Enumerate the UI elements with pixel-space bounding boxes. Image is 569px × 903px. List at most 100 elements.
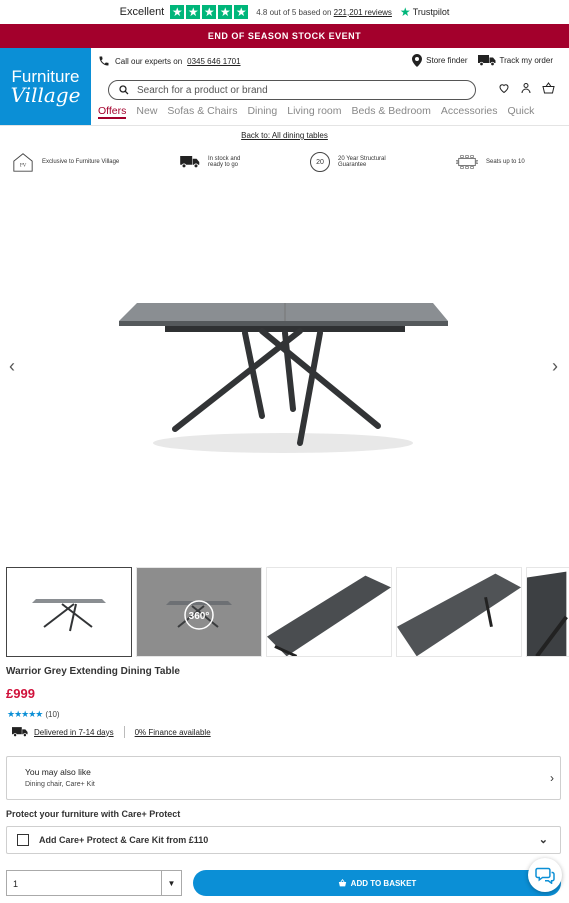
star-icon: ★ [218, 5, 233, 19]
product-price: £999 [6, 686, 35, 701]
finance-link[interactable]: 0% Finance available [135, 728, 211, 737]
purchase-row: 1 ▼ ADD TO BASKET [0, 870, 569, 900]
usp-strip: FV Exclusive to Furniture Village In sto… [0, 143, 569, 181]
trustpilot-stars: ★ ★ ★ ★ ★ [170, 5, 249, 19]
chevron-down-icon[interactable]: ⌄ [539, 833, 548, 846]
product-main-image[interactable]: ‹ › [0, 181, 569, 567]
promo-banner[interactable]: END OF SEASON STOCK EVENT [0, 24, 569, 48]
usp-guarantee-line2: Guarantee [338, 162, 367, 168]
chevron-right-icon: › [550, 771, 554, 785]
divider [123, 726, 125, 738]
phone-number-link[interactable]: 0345 646 1701 [187, 57, 240, 66]
thumbnail-table-top [267, 575, 391, 656]
product-title: Warrior Grey Extending Dining Table [6, 666, 180, 677]
trustpilot-reviews-link[interactable]: 221,201 reviews [334, 8, 392, 17]
nav-item-dining[interactable]: Dining [247, 105, 277, 119]
account-icon[interactable] [520, 82, 532, 94]
trustpilot-excellent: Excellent [119, 6, 165, 18]
trustpilot-brand: Trustpilot [412, 7, 450, 17]
store-finder-link[interactable]: Store finder [412, 54, 468, 67]
header-links: Store finder Track my order [412, 54, 553, 67]
call-experts[interactable]: Call our experts on 0345 646 1701 [98, 55, 241, 67]
thumbnail-table-front [32, 599, 106, 632]
main-nav: Offers New Sofas & Chairs Dining Living … [98, 105, 569, 119]
thumbnail-3[interactable] [266, 567, 392, 657]
thumbnail-360[interactable]: 360° [136, 567, 262, 657]
usp-seats: Seats up to 10 [456, 155, 525, 169]
table-seats-icon [456, 155, 478, 169]
rating-stars-icon: ★★★★★ [7, 709, 43, 719]
delivery-link[interactable]: Delivered in 7-14 days [34, 728, 114, 737]
dining-table-image [119, 303, 448, 453]
thumbnail-5[interactable] [526, 567, 569, 657]
nav-item-quick[interactable]: Quick [508, 105, 535, 119]
heart-icon[interactable] [498, 82, 510, 94]
nav-item-accessories[interactable]: Accessories [441, 105, 498, 119]
header-icons [498, 82, 555, 94]
guarantee-badge-number: 20 [316, 158, 324, 166]
search-input[interactable]: Search for a product or brand [108, 80, 476, 100]
usp-in-stock-text: In stock and ready to go [208, 156, 240, 168]
trustpilot-logo[interactable]: ★ Trustpilot [400, 5, 449, 19]
delivery-info: Delivered in 7-14 days 0% Finance availa… [12, 726, 569, 738]
star-icon: ★ [186, 5, 201, 19]
quantity-select[interactable]: 1 ▼ [6, 870, 182, 896]
usp-guarantee: 20 20 Year Structural Guarantee [310, 152, 456, 172]
chat-icon [535, 867, 555, 884]
call-prefix: Call our experts on [115, 56, 183, 66]
trustpilot-rating-text: 4.8 out of 5 based on [256, 7, 332, 17]
track-order-link[interactable]: Track my order [477, 55, 554, 66]
usp-guarantee-text: 20 Year Structural Guarantee [338, 156, 386, 168]
usp-exclusive: FV Exclusive to Furniture Village [12, 151, 162, 173]
protect-heading: Protect your furniture with Care+ Protec… [6, 809, 181, 819]
thumbnail-4[interactable] [396, 567, 522, 657]
nav-item-sofas-chairs[interactable]: Sofas & Chairs [167, 105, 237, 119]
search-icon [119, 85, 129, 95]
chat-button[interactable] [528, 858, 562, 892]
also-like-title: You may also like [25, 767, 91, 777]
thumbnail-table-top-2 [397, 573, 521, 656]
furniture-village-logo[interactable]: Furniture Village [0, 48, 91, 125]
basket-icon[interactable] [542, 82, 555, 94]
also-like-panel[interactable]: You may also like Dining chair, Care+ Ki… [6, 756, 561, 800]
care-protect-label: Add Care+ Protect & Care Kit from £110 [39, 835, 209, 845]
usp-seats-text: Seats up to 10 [486, 159, 525, 165]
review-count: (10) [45, 710, 60, 719]
usp-in-stock: In stock and ready to go [180, 156, 310, 168]
spin-360-label: 360° [189, 611, 210, 622]
header-utility-row: Call our experts on 0345 646 1701 Store … [98, 54, 569, 68]
trustpilot-star-icon: ★ [399, 5, 411, 19]
thumbnail-1[interactable] [6, 567, 132, 657]
search-placeholder: Search for a product or brand [137, 84, 268, 96]
nav-item-new[interactable]: New [136, 105, 157, 119]
quantity-value: 1 [13, 879, 19, 889]
track-order-label: Track my order [499, 56, 554, 65]
product-rating[interactable]: ★★★★★ (10) [7, 709, 569, 720]
truck-icon [180, 156, 200, 168]
thumbnail-table-360: 360° [166, 600, 232, 630]
usp-in-stock-line2: ready to go [208, 162, 239, 168]
star-icon: ★ [170, 5, 185, 19]
site-header: Furniture Village Call our experts on 03… [0, 48, 569, 126]
star-icon: ★ [202, 5, 217, 19]
dropdown-arrow-icon: ▼ [161, 871, 181, 895]
add-to-basket-label: ADD TO BASKET [350, 878, 417, 888]
add-to-basket-button[interactable]: ADD TO BASKET [193, 870, 561, 896]
guarantee-20-icon: 20 [310, 152, 330, 172]
phone-icon [99, 56, 109, 66]
usp-exclusive-text: Exclusive to Furniture Village [42, 159, 120, 165]
nav-item-living-room[interactable]: Living room [287, 105, 341, 119]
trustpilot-rating: 4.8 out of 5 based on 221,201 reviews [256, 8, 392, 17]
back-link[interactable]: Back to: All dining tables [241, 131, 328, 140]
location-pin-icon [412, 54, 423, 67]
thumbnail-table-detail [527, 571, 568, 656]
care-protect-option[interactable]: Add Care+ Protect & Care Kit from £110 ⌄ [6, 826, 561, 854]
nav-item-offers[interactable]: Offers [98, 105, 127, 119]
logo-line2: Village [10, 83, 81, 107]
thumbnail-strip: 360° [0, 567, 569, 657]
nav-item-beds-bedroom[interactable]: Beds & Bedroom [352, 105, 431, 119]
svg-text:FV: FV [20, 163, 27, 169]
care-protect-checkbox[interactable] [17, 834, 29, 846]
delivery-truck-icon [477, 55, 495, 66]
also-like-subtitle: Dining chair, Care+ Kit [25, 781, 95, 788]
